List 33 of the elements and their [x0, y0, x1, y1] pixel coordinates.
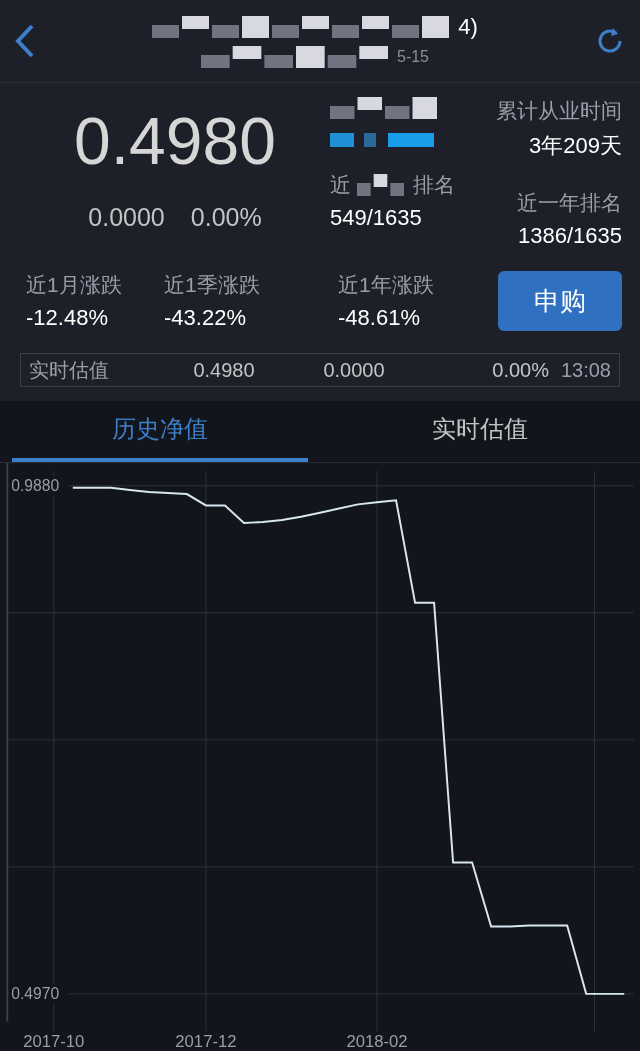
- tenure-value: 3年209天: [529, 132, 622, 160]
- estimate-label: 实时估值: [29, 357, 110, 383]
- tenure-label: 累计从业时间: [496, 98, 622, 124]
- x-axis-label: 2017-10: [23, 1032, 85, 1051]
- x-axis-label: 2018-02: [346, 1032, 408, 1051]
- estimate-change-percent: 0.00%: [491, 358, 549, 382]
- year-rank-value: 1386/1635: [518, 223, 622, 249]
- return-label: 近1年涨跌: [338, 272, 434, 298]
- back-icon[interactable]: [14, 23, 36, 59]
- estimate-change: 0.0000: [322, 358, 386, 382]
- estimate-time: 13:08: [559, 358, 611, 382]
- return-label: 近1季涨跌: [164, 272, 260, 298]
- nav-change-percent: 0.00%: [190, 203, 262, 232]
- return-value: -48.61%: [338, 305, 420, 331]
- redacted-label-drawing: [357, 174, 407, 196]
- buy-button[interactable]: 申购: [498, 271, 622, 331]
- year-rank-label: 近一年排名: [517, 190, 622, 216]
- return-value: -43.22%: [164, 305, 246, 331]
- x-axis-label: 2017-12: [175, 1032, 237, 1051]
- return-label: 近1月涨跌: [26, 272, 122, 298]
- return-value: -12.48%: [26, 305, 108, 331]
- y-axis-label: 0.9880: [11, 477, 60, 495]
- y-axis-label: 0.4970: [11, 985, 60, 1003]
- estimate-value: 0.4980: [192, 358, 256, 382]
- chart-tab[interactable]: 历史净值: [12, 401, 308, 462]
- rank-value: 549/1635: [330, 205, 422, 231]
- nav-value: 0.4980: [74, 103, 276, 179]
- rank-label: 近: [330, 172, 351, 198]
- fund-title: 4): [458, 14, 478, 40]
- chart-tab[interactable]: 实时估值: [332, 401, 628, 462]
- nav-change: 0.0000: [88, 203, 165, 232]
- rank-label: 排名: [413, 172, 455, 198]
- nav-date: 5-15: [397, 48, 429, 66]
